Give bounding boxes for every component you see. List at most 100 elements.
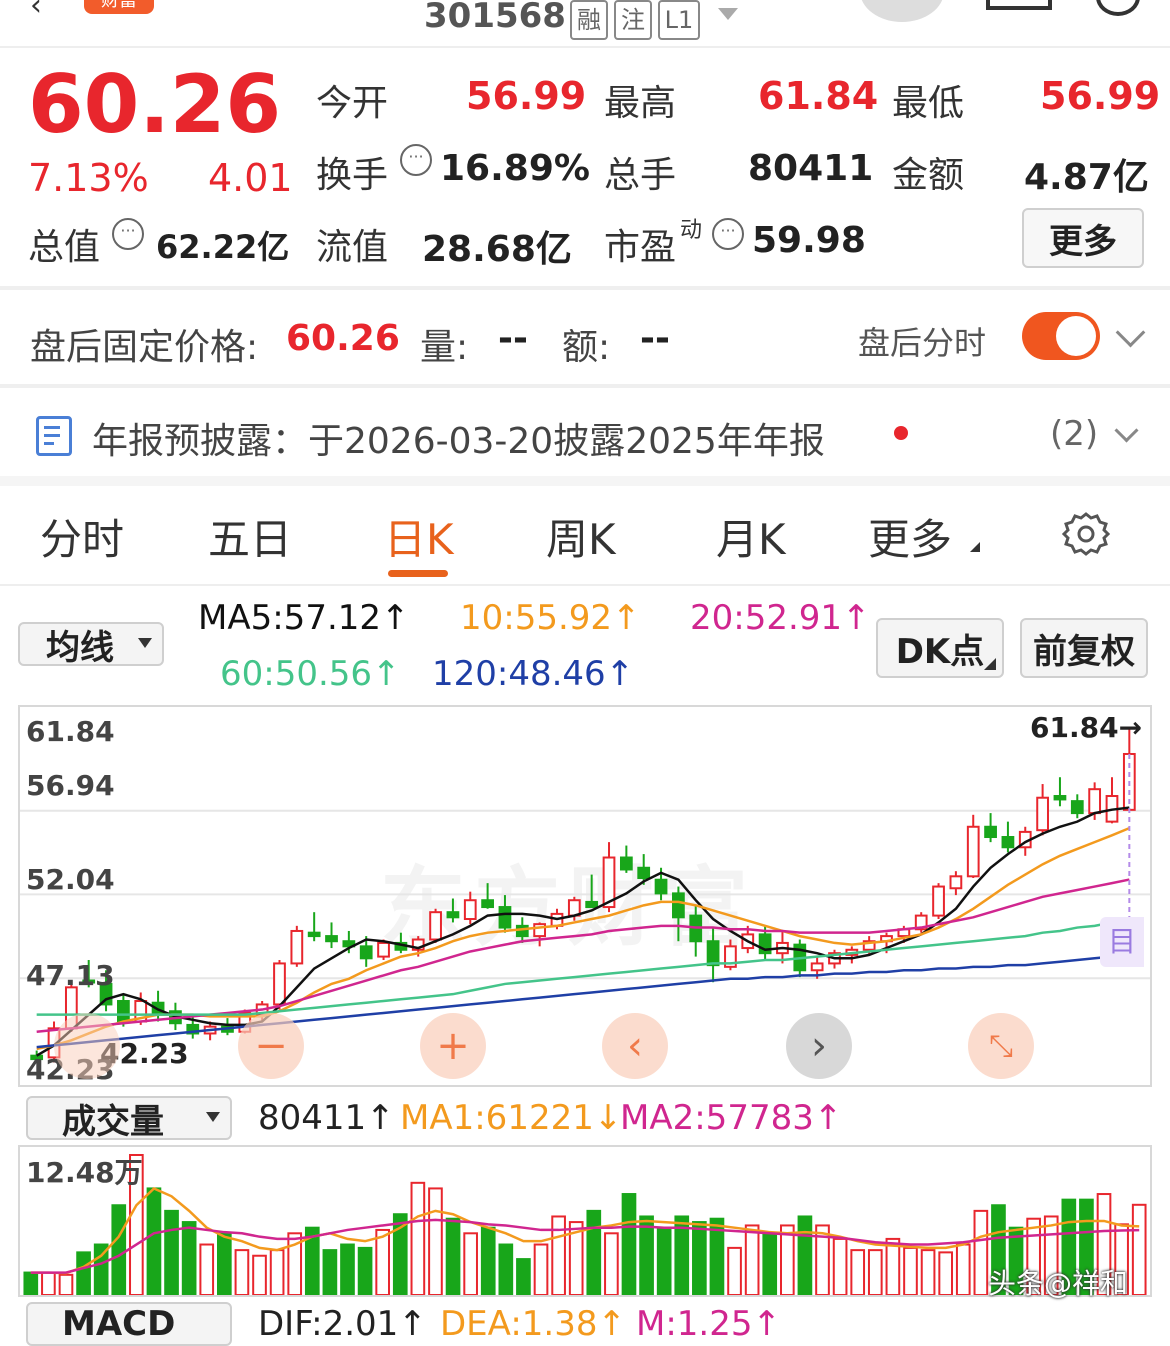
search-icon[interactable] — [1096, 0, 1140, 16]
afterhours-toggle-label: 盘后分时 — [858, 324, 987, 362]
left-edge-button[interactable] — [54, 1013, 120, 1079]
tab-more-triangle-icon — [970, 542, 980, 552]
fullscreen-button[interactable]: ⤡ — [968, 1013, 1034, 1079]
header-bar: ‹ 财富 301568 融 注 L1 — [0, 0, 1170, 48]
badge-register: 注 — [614, 0, 652, 40]
candle-body — [619, 856, 633, 871]
dk-point-button[interactable]: DK点 — [876, 618, 1004, 678]
back-icon[interactable]: ‹ — [30, 0, 42, 23]
toggle-knob — [1056, 316, 1096, 356]
high-label: 最高 — [604, 83, 677, 124]
turnover-info-icon[interactable]: ··· — [400, 144, 432, 176]
adjust-button[interactable]: 前复权 — [1020, 618, 1148, 678]
turnover-label: 换手 — [316, 155, 389, 196]
candle-body — [1053, 795, 1067, 801]
volume-bar — [920, 1249, 936, 1295]
macd-selector-label: MACD — [62, 1304, 176, 1344]
candle-body — [932, 885, 945, 917]
macd-dif: DIF:2.01↑ — [258, 1304, 427, 1344]
afterhours-amt-label: 额: — [562, 327, 611, 368]
tab-intraday[interactable]: 分时 — [40, 506, 124, 567]
volume-bar — [375, 1228, 391, 1295]
volume-bar — [164, 1209, 179, 1295]
volume-chart[interactable]: 12.48万 — [18, 1145, 1152, 1297]
ma20-value: 20:52.91↑ — [690, 598, 871, 638]
tab-more[interactable]: 更多 — [868, 506, 952, 567]
candle-body — [637, 866, 651, 880]
mktcap-label: 总值 — [28, 227, 101, 268]
scroll-right-button[interactable]: › — [786, 1013, 852, 1079]
volume-bar — [146, 1187, 162, 1295]
candle-body — [1088, 788, 1102, 815]
volume-bar — [762, 1232, 778, 1295]
settings-gear-icon[interactable] — [1061, 510, 1111, 562]
volume-bar — [797, 1215, 813, 1295]
pe-label: 市盈 — [604, 227, 677, 268]
low-label: 最低 — [892, 83, 965, 124]
volume-bar — [340, 1243, 355, 1295]
candle-body — [273, 962, 286, 1006]
volume-bar — [252, 1254, 267, 1295]
volume-bar — [938, 1251, 954, 1295]
open-label: 今开 — [316, 83, 389, 124]
ma-line-ma120 — [36, 954, 1130, 1049]
candle-body — [966, 825, 980, 878]
amount-value: 4.87亿 — [1024, 157, 1149, 198]
volume-bar — [498, 1243, 514, 1295]
pe-info-icon[interactable]: ··· — [712, 218, 744, 250]
candle-body — [1036, 796, 1049, 832]
tab-weekly-k[interactable]: 周K — [546, 506, 616, 567]
volume-bar — [322, 1249, 338, 1295]
mktcap-value: 62.22亿 — [156, 228, 290, 266]
afterhours-toggle[interactable] — [1022, 312, 1100, 360]
tab-daily-k[interactable]: 日K — [384, 506, 454, 567]
zoom-out-button[interactable]: − — [238, 1013, 304, 1079]
badge-level: L1 — [658, 0, 700, 40]
tab-five-day[interactable]: 五日 — [208, 506, 292, 567]
scroll-left-button[interactable]: ‹ — [602, 1013, 668, 1079]
afterhours-price: 60.26 — [286, 318, 400, 359]
avatar[interactable] — [860, 0, 944, 22]
volume-bar — [621, 1193, 637, 1295]
ma-selector[interactable]: 均线 — [18, 622, 164, 668]
dropdown-icon[interactable] — [718, 8, 738, 20]
high-price-marker: 61.84→ — [1030, 711, 1143, 744]
candle-body — [949, 875, 963, 890]
notice-text[interactable]: 年报预披露：于2026-03-20披露2025年年报 — [92, 412, 825, 464]
more-quote-button[interactable]: 更多 — [1022, 208, 1144, 268]
mktcap-info-icon[interactable]: ··· — [112, 218, 144, 250]
afterhours-amt-value: -- — [640, 318, 670, 359]
candle-body — [498, 906, 512, 929]
tab-monthly-k[interactable]: 月K — [716, 506, 786, 567]
volume-bar — [480, 1226, 496, 1295]
notice-count[interactable]: (2) — [1050, 414, 1098, 454]
chevron-down-icon[interactable] — [1114, 418, 1139, 443]
candle-body — [1070, 800, 1084, 815]
volume-bar — [973, 1209, 989, 1295]
zoom-in-button[interactable]: + — [420, 1013, 486, 1079]
volume-bar — [428, 1187, 443, 1295]
macd-selector[interactable]: MACD — [26, 1302, 232, 1346]
high-value: 61.84 — [758, 74, 879, 118]
change-amount: 4.01 — [208, 156, 293, 200]
candle-body — [325, 935, 338, 943]
float-value: 28.68亿 — [422, 229, 572, 270]
kline-chart[interactable]: 东方财富 61.84 56.94 52.04 47.13 42.23 61.84… — [18, 705, 1152, 1087]
candle-body — [672, 892, 685, 919]
side-badge[interactable]: 目 — [1100, 917, 1144, 967]
dropdown-triangle-icon — [138, 638, 152, 648]
volume-bar — [357, 1246, 373, 1295]
menu-icon[interactable] — [986, 0, 1052, 10]
chevron-down-icon[interactable] — [1115, 317, 1146, 348]
volume-bar — [111, 1204, 127, 1295]
y-axis-label-4: 47.13 — [26, 959, 115, 992]
volume-bar — [410, 1181, 426, 1295]
volume-selector[interactable]: 成交量 — [26, 1096, 232, 1142]
candle-body — [481, 899, 494, 909]
volume-bar — [1131, 1203, 1147, 1295]
volume-bar — [586, 1209, 602, 1295]
ma10-value: 10:55.92↑ — [460, 598, 641, 638]
candle-body — [654, 878, 668, 895]
volume-svg — [23, 1154, 1147, 1295]
fortune-tag: 财富 — [84, 0, 154, 14]
